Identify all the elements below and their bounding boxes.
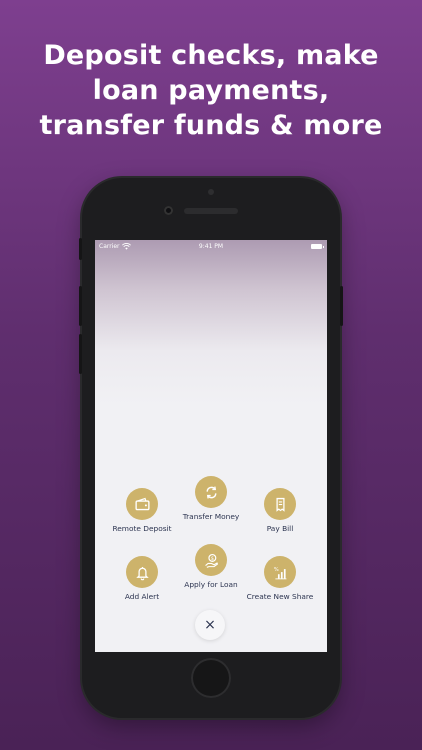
earpiece-speaker — [184, 208, 238, 214]
remote-deposit-label: Remote Deposit — [112, 524, 172, 533]
add-alert-label: Add Alert — [124, 592, 160, 601]
proximity-sensor — [208, 189, 214, 195]
create-new-share-button[interactable]: % Create New Share — [240, 556, 320, 601]
phone-screen: Carrier 9:41 PM Remote Deposit Transfer … — [95, 240, 327, 652]
headline-line-1: Deposit checks, make — [43, 40, 379, 71]
mute-switch — [79, 238, 82, 260]
svg-text:$: $ — [210, 555, 213, 561]
pay-bill-button[interactable]: Pay Bill — [240, 488, 320, 533]
home-button[interactable] — [191, 658, 231, 698]
status-time: 9:41 PM — [198, 243, 224, 250]
bell-icon — [126, 556, 158, 588]
create-new-share-label: Create New Share — [246, 592, 314, 601]
loan-hand-icon: $ — [195, 544, 227, 576]
battery-icon — [311, 244, 324, 249]
svg-text:%: % — [273, 566, 278, 572]
headline-line-3: transfer funds & more — [39, 110, 383, 141]
phone-frame: Carrier 9:41 PM Remote Deposit Transfer … — [79, 178, 343, 718]
close-button[interactable]: × — [195, 610, 225, 640]
power-button — [340, 286, 343, 326]
add-alert-button[interactable]: Add Alert — [102, 556, 182, 601]
share-chart-icon: % — [264, 556, 296, 588]
transfer-money-label: Transfer Money — [182, 512, 240, 521]
volume-up-button — [79, 286, 82, 326]
apply-for-loan-button[interactable]: $ Apply for Loan — [171, 544, 251, 589]
headline: Deposit checks, make loan payments, tran… — [0, 38, 422, 143]
status-bar: Carrier 9:41 PM — [95, 242, 327, 254]
bill-icon — [264, 488, 296, 520]
front-camera — [164, 206, 173, 215]
remote-deposit-button[interactable]: Remote Deposit — [102, 488, 182, 533]
volume-down-button — [79, 334, 82, 374]
apply-for-loan-label: Apply for Loan — [184, 580, 238, 589]
pay-bill-label: Pay Bill — [266, 524, 294, 533]
transfer-arrows-icon — [195, 476, 227, 508]
wallet-icon — [126, 488, 158, 520]
close-icon: × — [204, 617, 216, 633]
transfer-money-button[interactable]: Transfer Money — [171, 476, 251, 521]
headline-line-2: loan payments, — [92, 75, 330, 106]
